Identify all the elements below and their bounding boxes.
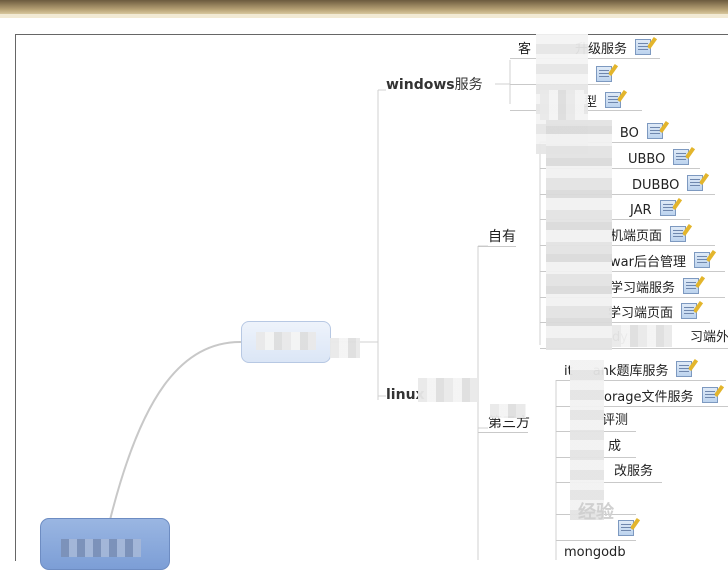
leaf-label: 机端页面 [610, 229, 663, 244]
branch-windows-label-cn: 服务 [454, 77, 483, 93]
note-icon[interactable] [701, 384, 724, 403]
third-leaf-5[interactable]: 改服务 [614, 463, 653, 481]
note-icon[interactable] [683, 275, 706, 294]
note-icon[interactable] [673, 146, 696, 165]
self-leaf-7[interactable]: 学习端服务 [610, 275, 706, 298]
leaf-label: ank题库服务 [592, 364, 669, 379]
note-icon[interactable] [676, 358, 699, 377]
third-leaf-3[interactable]: 评测 [602, 412, 628, 430]
group-self[interactable]: 自有 [488, 228, 516, 246]
self-leaf-3[interactable]: DUBBO [632, 172, 710, 195]
blurred-region [330, 338, 360, 358]
blurred-region [540, 90, 584, 120]
leaf-label: UBBO [628, 152, 666, 167]
note-icon[interactable] [670, 223, 693, 242]
note-icon[interactable] [596, 63, 619, 82]
leaf-label: 成 [608, 439, 622, 454]
blurred-region [612, 325, 672, 347]
note-icon[interactable] [635, 36, 658, 55]
leaf-label: BO [619, 126, 639, 141]
note-icon[interactable] [605, 89, 628, 108]
leaf-label: 学习端服务 [610, 281, 676, 296]
leaf-label: mongodb [564, 545, 626, 560]
central-topic-node[interactable] [241, 321, 331, 363]
third-leaf-6[interactable]: mongodb [564, 544, 626, 562]
note-icon[interactable] [687, 172, 710, 191]
leaf-label: JAR [630, 203, 652, 218]
leaf-label: 习端外壳 [689, 330, 728, 345]
blurred-region [546, 120, 612, 350]
watermark-text: 经验 [578, 502, 614, 523]
leaf-label: DUBBO [632, 178, 680, 193]
blurred-region [570, 360, 604, 520]
leaf-label: 客 [518, 42, 532, 57]
leaf-label: 改服务 [614, 464, 654, 479]
self-leaf-8[interactable]: 学习端页面 [608, 300, 704, 323]
note-icon[interactable] [618, 517, 641, 536]
self-leaf-2[interactable]: UBBO [628, 146, 696, 169]
leaf-label: war后台管理 [610, 255, 686, 270]
third-leaf-4[interactable]: 成 [608, 438, 621, 456]
note-icon[interactable] [659, 197, 682, 216]
leaf-label: 评测 [602, 413, 629, 428]
branch-windows-label: windows [386, 77, 455, 93]
blurred-region [418, 378, 478, 402]
note-icon[interactable] [693, 249, 717, 268]
note-icon[interactable] [646, 120, 669, 139]
leaf-label: 学习端页面 [608, 306, 674, 321]
underline [478, 432, 528, 433]
root-topic-node[interactable] [40, 518, 170, 570]
self-leaf-5[interactable]: 机端页面 [610, 223, 693, 246]
branch-windows[interactable]: windows服务 [386, 76, 483, 94]
leaf-label: orage文件服务 [604, 390, 694, 405]
self-leaf-6[interactable]: war后台管理 [610, 249, 717, 272]
note-icon[interactable] [681, 300, 704, 319]
underline [556, 540, 636, 541]
blurred-region [490, 404, 526, 418]
third-leaf-2[interactable]: orage文件服务 [604, 384, 724, 407]
underline [478, 246, 516, 247]
self-leaf-4[interactable]: JAR [630, 197, 682, 220]
